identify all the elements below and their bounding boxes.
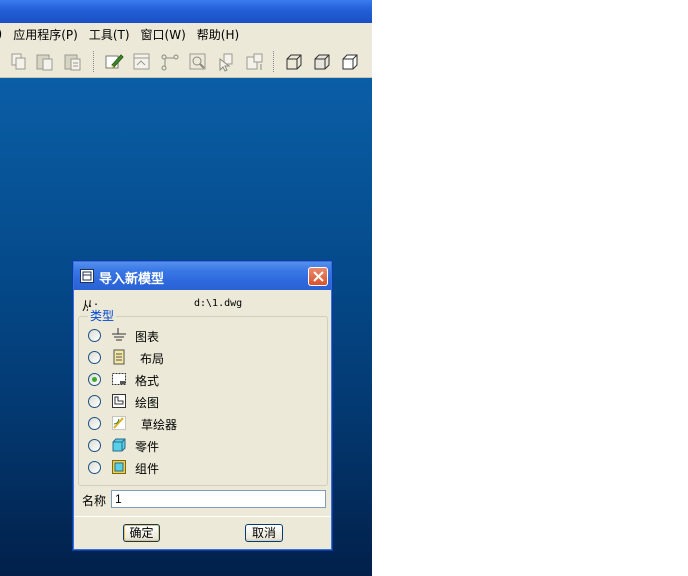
view-box-3-icon[interactable] (339, 51, 361, 73)
menu-item-partial[interactable]: J) (0, 27, 2, 41)
dialog-title: 导入新模型 (99, 272, 165, 287)
zoom-icon[interactable] (187, 51, 209, 73)
layout-icon (111, 349, 127, 365)
radio-button[interactable] (88, 351, 101, 364)
type-option-drawing[interactable]: 绘图 (88, 393, 288, 411)
select-icon[interactable] (215, 51, 237, 73)
from-path: d:\1.dwg (194, 298, 243, 309)
copy-icon[interactable] (8, 51, 30, 73)
name-input[interactable]: 1 (111, 490, 326, 508)
format-icon (111, 371, 127, 387)
part-icon (111, 437, 127, 453)
option-label: 图表 (135, 330, 160, 344)
sketcher-icon (111, 415, 127, 431)
cancel-button[interactable]: 取消 (245, 524, 283, 542)
menu-item-window[interactable]: 窗口(W) (141, 26, 186, 43)
close-button[interactable] (308, 267, 328, 286)
type-option-format[interactable]: 格式 (88, 371, 288, 389)
radio-button[interactable] (88, 329, 101, 342)
menu-item-help[interactable]: 帮助(H) (197, 26, 239, 43)
view-box-1-icon[interactable] (283, 51, 305, 73)
radio-button[interactable] (88, 461, 101, 474)
radio-button-selected[interactable] (88, 373, 101, 386)
menu-bar: J) 应用程序(P) 工具(T) 窗口(W) 帮助(H) (0, 23, 372, 45)
dialog-window-icon (80, 269, 94, 283)
option-label: 组件 (135, 462, 160, 476)
view-box-2-icon[interactable] (311, 51, 333, 73)
paste-icon[interactable] (34, 51, 56, 73)
option-label: 格式 (135, 374, 160, 388)
option-label: 绘图 (135, 396, 160, 410)
option-label: 零件 (135, 440, 160, 454)
import-new-model-dialog: 导入新模型 从: d:\1.dwg 类型 图表 布局 格式 绘图 草绘器 零件 … (73, 261, 332, 550)
assembly-icon (111, 459, 127, 475)
copy-select-icon[interactable] (243, 51, 265, 73)
toolbar-separator (273, 51, 275, 73)
datum-icon[interactable] (159, 51, 181, 73)
ok-button[interactable]: 确定 (123, 524, 160, 542)
radio-button[interactable] (88, 417, 101, 430)
diagram-icon (111, 327, 127, 343)
close-icon (313, 271, 324, 282)
toolbar-separator (93, 51, 95, 73)
regenerate-icon[interactable] (103, 51, 125, 73)
type-option-diagram[interactable]: 图表 (88, 327, 288, 345)
radio-button[interactable] (88, 439, 101, 452)
radio-button[interactable] (88, 395, 101, 408)
type-option-part[interactable]: 零件 (88, 437, 288, 455)
name-label: 名称 (82, 494, 107, 508)
type-option-sketcher[interactable]: 草绘器 (88, 415, 288, 433)
menu-item-applications[interactable]: 应用程序(P) (13, 26, 78, 43)
option-label: 布局 (140, 352, 165, 366)
sketch-icon[interactable] (131, 51, 153, 73)
menu-item-tools[interactable]: 工具(T) (89, 26, 130, 43)
type-option-assembly[interactable]: 组件 (88, 459, 288, 477)
option-label: 草绘器 (141, 418, 178, 432)
drawing-icon (111, 393, 127, 409)
window-titlebar (0, 0, 372, 23)
dialog-titlebar[interactable]: 导入新模型 (74, 262, 331, 290)
dialog-divider (74, 516, 331, 517)
paste-special-icon[interactable] (62, 51, 84, 73)
type-option-layout[interactable]: 布局 (88, 349, 288, 367)
type-group-label: 类型 (88, 307, 117, 324)
toolbar (0, 45, 372, 120)
